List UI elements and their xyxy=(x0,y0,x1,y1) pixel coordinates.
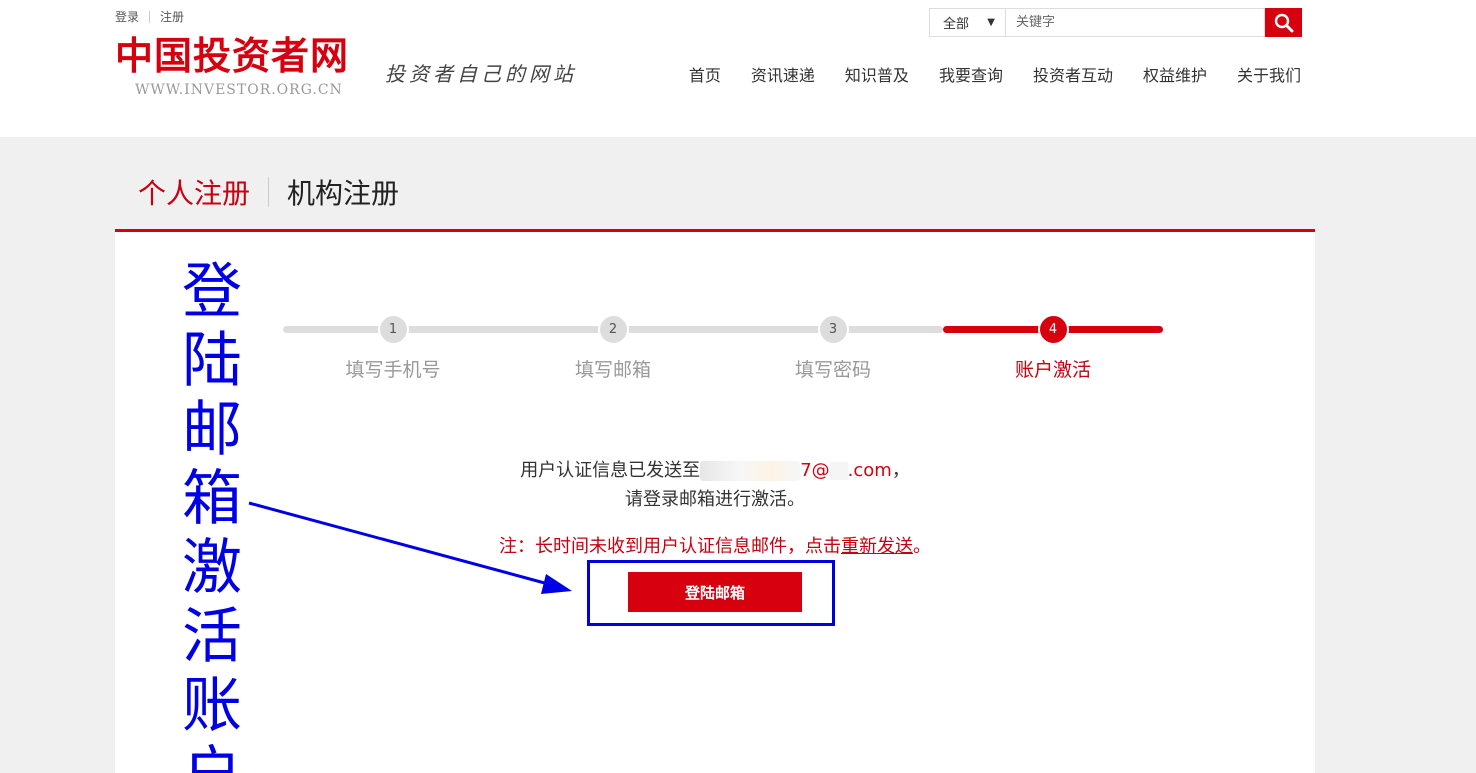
info-suffix: ， xyxy=(891,460,910,481)
top-links: 登录 注册 xyxy=(115,8,184,25)
search-input[interactable] xyxy=(1005,8,1265,37)
search-scope-select[interactable]: 全部 ▼ xyxy=(929,8,1005,37)
nav-interaction[interactable]: 投资者互动 xyxy=(1033,62,1113,86)
step-label: 账户激活 xyxy=(1014,359,1091,381)
annotation-char: 账 xyxy=(182,671,242,741)
redacted-email xyxy=(700,461,801,481)
annotation-char: 陆 xyxy=(182,326,242,396)
annotation-char: 邮 xyxy=(182,395,242,465)
info-line-1: 用户认证信息已发送至 7@ .com， xyxy=(115,456,1315,485)
annotation-char: 箱 xyxy=(182,464,242,534)
logo-text: 中国投资者网 xyxy=(115,34,350,78)
redacted-domain xyxy=(829,462,848,480)
annotation-char: 登 xyxy=(182,257,242,327)
caret-down-icon: ▼ xyxy=(987,17,995,28)
nav-rights[interactable]: 权益维护 xyxy=(1143,62,1207,86)
step-4: 4 账户激活 xyxy=(943,311,1163,382)
search-button[interactable] xyxy=(1265,8,1302,37)
step-number: 1 xyxy=(377,314,409,345)
tab-personal-registration[interactable]: 个人注册 xyxy=(138,172,250,212)
nav-about[interactable]: 关于我们 xyxy=(1237,62,1301,86)
step-label: 填写邮箱 xyxy=(574,359,651,381)
nav-query[interactable]: 我要查询 xyxy=(939,62,1003,86)
login-link[interactable]: 登录 xyxy=(115,8,139,25)
step-number: 2 xyxy=(597,314,629,345)
step-label: 填写手机号 xyxy=(345,359,441,381)
search-bar: 全部 ▼ xyxy=(929,8,1302,37)
login-mailbox-button[interactable]: 登陆邮箱 xyxy=(628,572,802,612)
progress-steps: 1 填写手机号 2 填写邮箱 3 填写密码 4 账户激活 xyxy=(283,311,1163,391)
step-2: 2 填写邮箱 xyxy=(503,311,723,382)
nav-news[interactable]: 资讯速递 xyxy=(751,62,815,86)
annotation-char: 活 xyxy=(182,602,242,672)
registration-panel: 1 填写手机号 2 填写邮箱 3 填写密码 4 账户激活 用户认证信息已发送至 7… xyxy=(115,229,1315,773)
email-part-b: .com xyxy=(847,460,892,481)
step-label: 填写密码 xyxy=(794,359,871,381)
search-scope-value: 全部 xyxy=(943,17,970,32)
main-nav: 首页 资讯速递 知识普及 我要查询 投资者互动 权益维护 关于我们 xyxy=(689,62,1301,86)
step-3: 3 填写密码 xyxy=(723,311,943,382)
site-header: 登录 注册 中国投资者网 WWW.INVESTOR.ORG.CN 投资者自己的网… xyxy=(0,0,1476,137)
slogan: 投资者自己的网站 xyxy=(385,62,577,86)
registration-tabs: 个人注册 机构注册 xyxy=(138,172,399,212)
email-part-a: 7@ xyxy=(800,460,830,481)
note-prefix: 注：长时间未收到用户认证信息邮件，点击 xyxy=(499,536,841,557)
activation-info: 用户认证信息已发送至 7@ .com， 请登录邮箱进行激活。 xyxy=(115,456,1315,514)
logo-url: WWW.INVESTOR.ORG.CN xyxy=(135,82,343,98)
divider xyxy=(149,10,151,23)
tab-institution-registration[interactable]: 机构注册 xyxy=(287,172,399,212)
note-suffix: 。 xyxy=(913,536,931,557)
annotation-char: 激 xyxy=(182,533,242,603)
info-line-2: 请登录邮箱进行激活。 xyxy=(625,489,805,510)
info-prefix: 用户认证信息已发送至 xyxy=(520,460,701,481)
annotation-text: 登 陆 邮 箱 激 活 账 户 xyxy=(178,258,246,773)
resend-note: 注：长时间未收到用户认证信息邮件，点击重新发送。 xyxy=(115,532,1315,558)
nav-knowledge[interactable]: 知识普及 xyxy=(845,62,909,86)
step-number: 3 xyxy=(817,314,849,345)
annotation-char: 户 xyxy=(178,741,246,773)
resend-link[interactable]: 重新发送 xyxy=(841,536,913,557)
tab-divider xyxy=(268,177,270,207)
site-logo[interactable]: 中国投资者网 WWW.INVESTOR.ORG.CN xyxy=(115,32,375,102)
step-number: 4 xyxy=(1037,314,1069,345)
register-link[interactable]: 注册 xyxy=(160,8,184,25)
step-1: 1 填写手机号 xyxy=(283,311,503,382)
nav-home[interactable]: 首页 xyxy=(689,62,721,86)
search-icon xyxy=(1274,13,1293,32)
